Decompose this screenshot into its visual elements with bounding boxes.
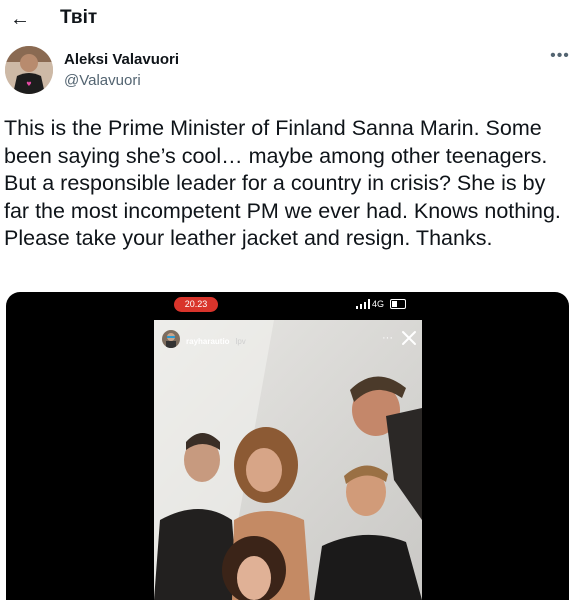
status-time: 20.23	[174, 297, 218, 312]
phone-status-bar: 20.23 4G	[6, 292, 569, 316]
story-avatar[interactable]	[162, 330, 180, 348]
author-name[interactable]: Aleksi Valavuori	[64, 51, 179, 69]
story-photo	[154, 320, 422, 600]
tweet-media-video[interactable]: 20.23 4G rayharautio lpv ···	[6, 292, 569, 600]
back-arrow-icon[interactable]: ←	[6, 6, 34, 32]
page-title: Твіт	[60, 7, 98, 28]
network-type: 4G	[372, 299, 385, 309]
story-more-icon[interactable]: ···	[382, 330, 393, 346]
story-username[interactable]: rayharautio lpv	[186, 337, 246, 346]
story-username-text: rayharautio	[186, 337, 230, 346]
battery-icon	[390, 299, 406, 309]
more-options-icon[interactable]: •••	[548, 48, 572, 70]
author-handle[interactable]: @Valavuori	[64, 72, 141, 90]
svg-text:♥: ♥	[26, 81, 31, 88]
signal-icon	[356, 299, 370, 309]
tweet-text: This is the Prime Minister of Finland Sa…	[4, 116, 561, 250]
top-bar: ← Твіт	[0, 0, 582, 40]
close-icon[interactable]	[400, 329, 418, 347]
story-tag: lpv	[235, 337, 246, 346]
author-avatar[interactable]: ♥	[5, 46, 53, 94]
story-frame: rayharautio lpv ···	[154, 320, 422, 600]
